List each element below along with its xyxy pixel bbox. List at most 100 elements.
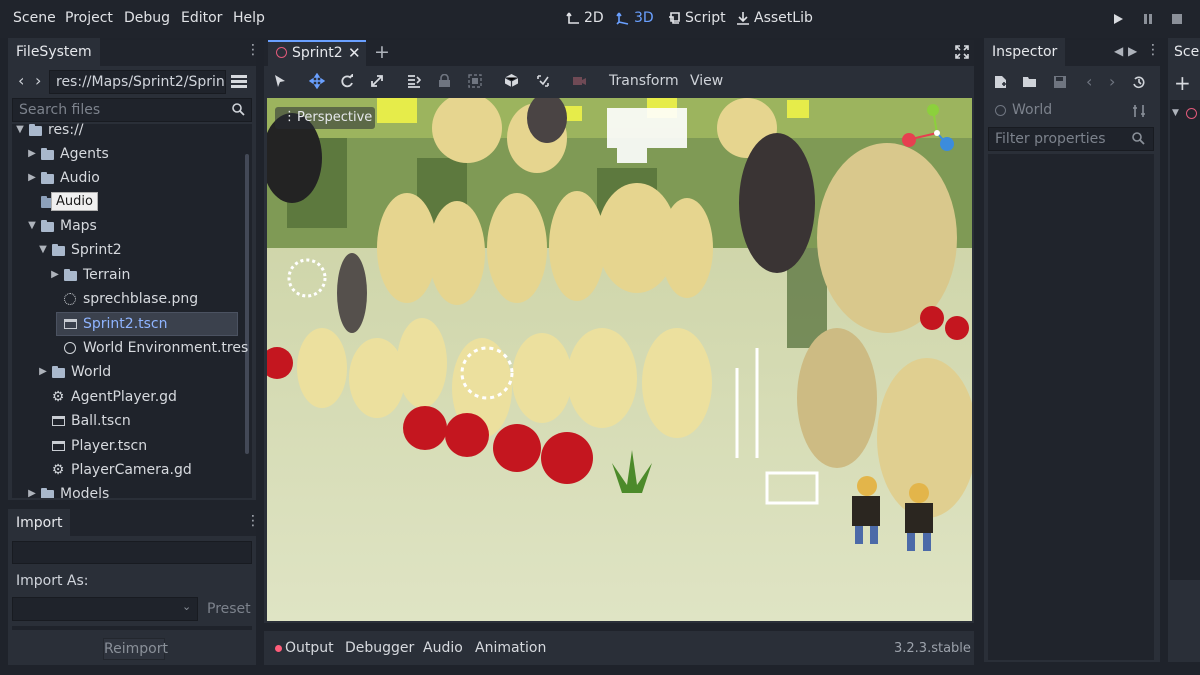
- menu-project[interactable]: Project: [65, 10, 113, 26]
- tree-row-sprint2-tscn[interactable]: Sprint2.tscn: [49, 312, 168, 336]
- tree-row-world[interactable]: ▶ World: [37, 360, 111, 384]
- dock-menu-icon[interactable]: ⋮: [1146, 42, 1160, 58]
- select-tool-icon[interactable]: [273, 74, 287, 88]
- lock-icon[interactable]: [438, 74, 451, 88]
- open-folder-icon[interactable]: [1022, 76, 1037, 88]
- tree-row-agentplayer[interactable]: ⚙ AgentPlayer.gd: [37, 385, 177, 409]
- tree-row-sprint2[interactable]: ▼ Sprint2: [37, 238, 122, 262]
- tree-row-maps[interactable]: ▼ Maps: [26, 214, 97, 238]
- chevron-down-icon: ⌄: [182, 600, 192, 613]
- 2d-icon: [566, 12, 579, 24]
- chevron-left-icon[interactable]: ◀: [1114, 44, 1123, 58]
- inspector-properties: [988, 154, 1154, 660]
- object-tools-icon[interactable]: [1132, 104, 1146, 118]
- tree-row-playercamera[interactable]: ⚙ PlayerCamera.gd: [37, 458, 192, 482]
- node-icon: [1186, 108, 1197, 119]
- folder-icon: [40, 148, 54, 160]
- camera-icon[interactable]: [572, 74, 587, 88]
- 3d-icon: [616, 12, 629, 25]
- scene-tab-label: Sprint2: [292, 45, 343, 61]
- menu-debug[interactable]: Debug: [124, 10, 170, 26]
- tree-row-sprechblase[interactable]: sprechblase.png: [49, 287, 198, 311]
- play-icon[interactable]: [1112, 13, 1124, 25]
- chevron-right-icon: ▶: [51, 269, 59, 280]
- tree-row-world-env[interactable]: World Environment.tres: [49, 336, 248, 360]
- rotate-tool-icon[interactable]: [340, 74, 354, 88]
- add-tab-icon[interactable]: +: [374, 41, 390, 63]
- tree-row-root[interactable]: ▼ res://: [14, 118, 83, 142]
- transform-menu[interactable]: Transform: [609, 73, 679, 89]
- tree-row-audio[interactable]: ▶ Audio: [26, 166, 100, 190]
- menu-bar: Scene Project Debug Editor Help 2D 3D Sc…: [0, 0, 1200, 38]
- split-view-icon[interactable]: [231, 74, 247, 90]
- tab-output[interactable]: Output: [285, 640, 334, 656]
- tree-label-sprint2-tscn: Sprint2.tscn: [83, 316, 168, 332]
- scale-tool-icon[interactable]: [370, 74, 384, 88]
- tab-debugger[interactable]: Debugger: [345, 640, 414, 656]
- reimport-button[interactable]: Reimport: [103, 638, 168, 660]
- perspective-menu[interactable]: ⋮ Perspective: [275, 107, 375, 129]
- gear-icon: ⚙: [51, 389, 65, 405]
- tab-filesystem[interactable]: FileSystem: [8, 38, 100, 66]
- tree-label-playercamera: PlayerCamera.gd: [71, 462, 192, 478]
- tree-row-player[interactable]: Player.tscn: [37, 434, 147, 458]
- tab-audio[interactable]: Audio: [423, 640, 463, 656]
- scene-tab[interactable]: Sprint2 ✕: [268, 40, 366, 66]
- mode-assetlib-button[interactable]: AssetLib: [736, 10, 813, 26]
- history-back-icon[interactable]: ‹: [1086, 72, 1092, 91]
- menu-editor[interactable]: Editor: [181, 10, 222, 26]
- preset-button[interactable]: Preset: [207, 601, 251, 617]
- snap-icon[interactable]: [536, 74, 550, 88]
- pause-icon[interactable]: [1142, 13, 1154, 25]
- tree-label-world-env: World Environment.tres: [83, 340, 249, 356]
- back-arrow-icon[interactable]: ‹: [18, 71, 24, 90]
- tree-label-agents: Agents: [60, 146, 109, 162]
- mode-script-button[interactable]: Script: [667, 10, 726, 26]
- add-node-icon[interactable]: +: [1174, 71, 1191, 95]
- save-icon[interactable]: [1053, 75, 1067, 89]
- view-menu[interactable]: View: [690, 73, 723, 89]
- list-select-icon[interactable]: [407, 74, 421, 88]
- history-icon[interactable]: [1132, 75, 1146, 89]
- tree-row-terrain[interactable]: ▶ Terrain: [49, 263, 130, 287]
- tree-label-sprint2: Sprint2: [71, 242, 122, 258]
- menu-scene[interactable]: Scene: [13, 10, 56, 26]
- tab-import[interactable]: Import: [8, 509, 71, 537]
- group-icon[interactable]: [468, 74, 482, 88]
- download-icon: [737, 12, 749, 25]
- menu-help[interactable]: Help: [233, 10, 265, 26]
- import-target-field[interactable]: [12, 541, 252, 564]
- dock-menu-icon[interactable]: ⋮: [246, 513, 260, 529]
- chevron-down-icon: ▼: [1172, 108, 1179, 118]
- tab-scene[interactable]: Scen: [1168, 38, 1200, 66]
- mode-2d-button[interactable]: 2D: [566, 10, 604, 26]
- move-tool-icon[interactable]: [309, 73, 325, 89]
- tab-animation[interactable]: Animation: [475, 640, 546, 656]
- new-resource-icon[interactable]: [994, 75, 1007, 89]
- tree-row-agents[interactable]: ▶ Agents: [26, 142, 109, 166]
- mode-3d-button[interactable]: 3D: [616, 10, 654, 26]
- forward-arrow-icon[interactable]: ›: [35, 71, 41, 90]
- tree-row-models[interactable]: ▶ Models: [26, 482, 109, 498]
- tab-inspector[interactable]: Inspector: [984, 38, 1066, 66]
- tree-scrollbar[interactable]: [245, 154, 249, 454]
- stop-icon[interactable]: [1171, 13, 1183, 25]
- fullscreen-icon[interactable]: [955, 45, 969, 59]
- image-file-icon: [64, 293, 76, 305]
- close-icon[interactable]: ✕: [348, 44, 361, 62]
- tree-label-terrain: Terrain: [83, 267, 131, 283]
- viewport-3d[interactable]: ⋮ Perspective: [267, 98, 972, 621]
- globe-icon: [64, 342, 76, 354]
- tooltip: Audio: [51, 192, 98, 211]
- chevron-right-icon[interactable]: ▶: [1128, 44, 1137, 58]
- dock-menu-icon[interactable]: ⋮: [246, 42, 260, 58]
- import-as-select[interactable]: [12, 597, 198, 621]
- chevron-right-icon: ▶: [28, 148, 36, 159]
- filter-properties-input[interactable]: Filter properties: [988, 127, 1154, 151]
- script-icon: [669, 12, 680, 24]
- scene-tabbar: [264, 40, 974, 66]
- path-field[interactable]: res://Maps/Sprint2/Sprint: [49, 70, 226, 94]
- tree-row-ball[interactable]: Ball.tscn: [37, 409, 131, 433]
- history-forward-icon[interactable]: ›: [1109, 72, 1115, 91]
- local-space-icon[interactable]: [504, 73, 519, 88]
